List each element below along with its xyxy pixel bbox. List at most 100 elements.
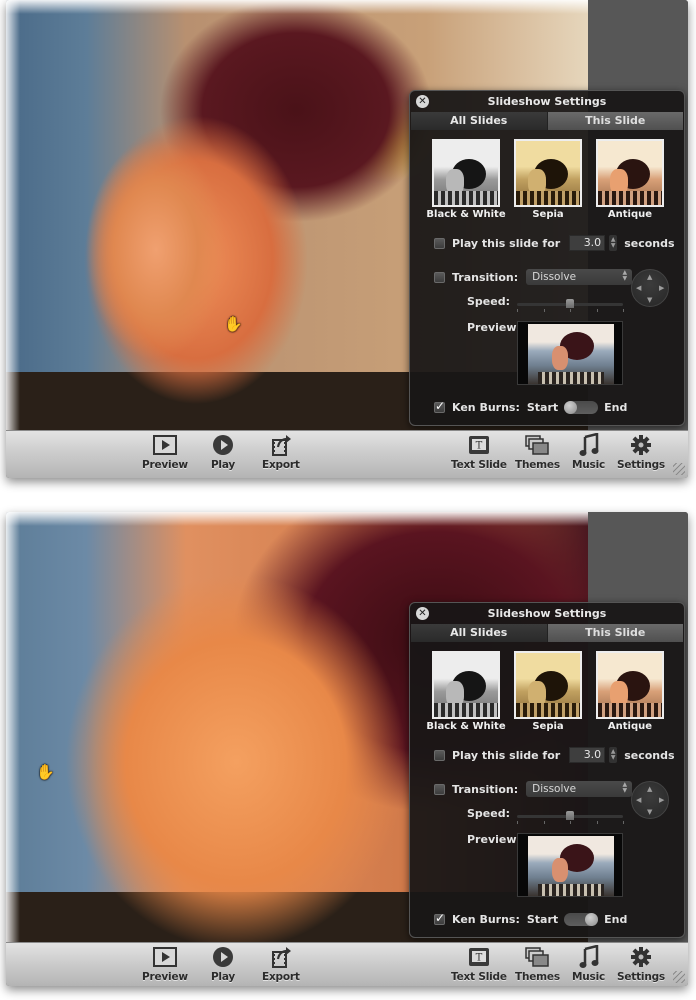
music-button[interactable]: Music	[572, 945, 605, 983]
ken-burns-checkbox[interactable]	[434, 399, 445, 413]
direction-up-icon[interactable]: ▲	[647, 785, 652, 793]
text-slide-button[interactable]: T Text Slide	[451, 433, 507, 471]
transition-preview	[517, 833, 623, 897]
speed-slider[interactable]	[517, 811, 624, 824]
preview-label: Preview:	[467, 321, 521, 334]
speed-slider[interactable]	[517, 299, 624, 312]
tab-this-slide[interactable]: This Slide	[547, 624, 683, 642]
preview-image	[528, 324, 614, 384]
transition-direction-pad[interactable]: ▲ ▼ ◀ ▶	[631, 781, 669, 819]
export-button[interactable]: Export	[262, 945, 300, 983]
stepper-down-icon[interactable]: ▼	[611, 243, 616, 249]
transition-direction-pad[interactable]: ▲ ▼ ◀ ▶	[631, 269, 669, 307]
play-duration-label: Play this slide for	[452, 748, 561, 762]
slider-tick	[623, 309, 624, 312]
speed-label: Speed:	[467, 295, 510, 308]
tab-this-slide[interactable]: This Slide	[547, 112, 683, 130]
export-icon	[268, 945, 294, 969]
transition-row: Transition: Dissolve ▲ ▼	[434, 781, 633, 797]
transition-select[interactable]: Dissolve ▲ ▼	[526, 781, 633, 797]
preview-icon	[152, 945, 178, 969]
effect-antique[interactable]: Antique	[596, 139, 664, 220]
ken-burns-checkbox[interactable]	[434, 911, 445, 925]
slider-tick	[543, 309, 545, 312]
iphoto-window: ✋ ✕ Slideshow Settings All Slides This S…	[6, 0, 688, 478]
ken-burns-row: Ken Burns: Start End	[434, 911, 627, 926]
resize-grip[interactable]	[673, 463, 685, 475]
effect-label: Sepia	[532, 209, 564, 220]
ken-burns-toggle[interactable]	[564, 401, 599, 414]
effect-label: Antique	[607, 209, 653, 220]
effect-antique[interactable]: Antique	[596, 651, 664, 732]
resize-grip[interactable]	[673, 971, 685, 983]
stepper-down-icon[interactable]: ▼	[611, 755, 616, 761]
effect-sepia[interactable]: Sepia	[514, 651, 582, 732]
slider-tick	[543, 821, 545, 824]
transition-checkbox[interactable]	[434, 783, 445, 795]
screenshot-after: ✋ ✕ Slideshow Settings All Slides This S…	[0, 508, 696, 1000]
ken-burns-toggle[interactable]	[564, 913, 599, 926]
text-slide-button[interactable]: T Text Slide	[451, 945, 507, 983]
play-button[interactable]: Play	[210, 433, 236, 471]
direction-left-icon[interactable]: ◀	[636, 284, 641, 292]
play-duration-checkbox[interactable]	[434, 237, 445, 249]
preview-button[interactable]: Preview	[142, 945, 188, 983]
play-label: Play	[210, 971, 236, 983]
panel-title: Slideshow Settings	[487, 95, 607, 108]
duration-field[interactable]: 3.0	[569, 747, 606, 763]
tab-all-slides[interactable]: All Slides	[411, 624, 548, 642]
transition-checkbox[interactable]	[434, 271, 445, 283]
effect-black-white[interactable]: Black & White	[426, 139, 506, 220]
toggle-knob[interactable]	[585, 913, 599, 926]
music-button[interactable]: Music	[572, 433, 605, 471]
slider-tick	[596, 309, 598, 312]
svg-text:T: T	[476, 953, 483, 964]
text-slide-icon: T	[466, 433, 492, 457]
select-arrows-icon: ▲ ▼	[622, 781, 628, 794]
play-label: Play	[210, 459, 236, 471]
ken-burns-row: Ken Burns: Start End	[434, 399, 627, 414]
bottom-toolbar: Preview Play Export T Text Slide Themes …	[6, 430, 688, 478]
export-label: Export	[262, 459, 300, 471]
direction-up-icon[interactable]: ▲	[647, 273, 652, 281]
effect-sepia[interactable]: Sepia	[514, 139, 582, 220]
hand-cursor-icon: ✋	[224, 315, 243, 333]
direction-down-icon[interactable]: ▼	[647, 808, 652, 816]
effect-black-white[interactable]: Black & White	[426, 651, 506, 732]
direction-right-icon[interactable]: ▶	[659, 796, 664, 804]
toggle-knob[interactable]	[564, 401, 578, 414]
select-arrows-icon: ▲ ▼	[622, 269, 628, 282]
hand-cursor-icon: ✋	[36, 763, 55, 781]
preview-button[interactable]: Preview	[142, 433, 188, 471]
tab-all-slides[interactable]: All Slides	[411, 112, 548, 130]
settings-button[interactable]: Settings	[617, 433, 665, 471]
export-button[interactable]: Export	[262, 433, 300, 471]
export-label: Export	[262, 971, 300, 983]
themes-button[interactable]: Themes	[515, 433, 560, 471]
transition-select[interactable]: Dissolve ▲ ▼	[526, 269, 633, 285]
play-button[interactable]: Play	[210, 945, 236, 983]
preview-image	[528, 836, 614, 896]
slider-thumb[interactable]	[566, 811, 574, 820]
slider-tick	[623, 821, 624, 824]
play-icon	[210, 945, 236, 969]
iphoto-window: ✋ ✕ Slideshow Settings All Slides This S…	[6, 512, 688, 986]
duration-stepper[interactable]: ▲ ▼	[609, 747, 618, 763]
slider-thumb[interactable]	[566, 299, 574, 308]
effect-label: Antique	[607, 721, 653, 732]
slideshow-settings-panel: ✕ Slideshow Settings All Slides This Sli…	[409, 90, 685, 426]
slider-tick	[570, 309, 571, 312]
ken-burns-label: Ken Burns:	[452, 401, 520, 414]
duration-stepper[interactable]: ▲ ▼	[609, 235, 618, 251]
themes-button[interactable]: Themes	[515, 945, 560, 983]
transition-row: Transition: Dissolve ▲ ▼	[434, 269, 633, 285]
play-duration-checkbox[interactable]	[434, 749, 445, 761]
themes-icon	[524, 433, 550, 457]
duration-field[interactable]: 3.0	[569, 235, 606, 251]
direction-left-icon[interactable]: ◀	[636, 796, 641, 804]
direction-right-icon[interactable]: ▶	[659, 284, 664, 292]
direction-down-icon[interactable]: ▼	[647, 296, 652, 304]
settings-button[interactable]: Settings	[617, 945, 665, 983]
settings-label: Settings	[617, 971, 665, 983]
speed-row: Speed:	[467, 295, 510, 308]
